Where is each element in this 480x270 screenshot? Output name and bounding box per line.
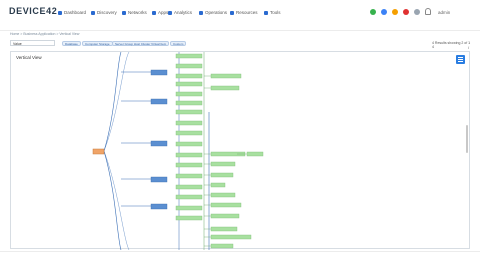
leaf-node[interactable] — [210, 161, 236, 167]
nav-icon — [168, 10, 172, 15]
leaf-node[interactable] — [175, 130, 203, 136]
dependency-graph[interactable] — [11, 52, 471, 250]
nav-item-operations[interactable]: Operations — [199, 10, 227, 15]
leaf-node[interactable] — [175, 205, 203, 211]
nav-icon — [152, 10, 156, 15]
nav-item-dashboard[interactable]: Dashboard — [58, 10, 86, 15]
leaf-node[interactable] — [210, 202, 242, 208]
nav-item-apps[interactable]: Apps — [152, 10, 168, 15]
graph-edge — [103, 150, 122, 250]
leaf-node[interactable] — [210, 182, 226, 188]
leaf-node[interactable] — [210, 213, 240, 219]
leaf-node[interactable] — [175, 91, 203, 97]
nav-icon — [122, 10, 126, 15]
leaf-node[interactable] — [175, 184, 203, 190]
nav-icon — [91, 10, 95, 15]
category-node[interactable] — [150, 140, 168, 147]
filter-chip[interactable]: Computer Storage — [82, 41, 113, 46]
category-node[interactable] — [150, 176, 168, 183]
nav-icon — [199, 10, 203, 15]
nav-item-tools[interactable]: Tools — [264, 10, 281, 15]
leaf-node[interactable] — [210, 73, 242, 79]
leaf-node[interactable] — [246, 151, 264, 157]
leaf-node[interactable] — [175, 73, 203, 79]
leaf-node[interactable] — [175, 81, 203, 87]
nav-label: Analytics — [174, 10, 193, 15]
app-logo[interactable]: DEVICE42 — [9, 6, 57, 16]
notification-bell-icon[interactable] — [425, 8, 431, 15]
status-orange-icon[interactable] — [392, 9, 398, 15]
leaf-node[interactable] — [210, 234, 252, 240]
results-count: 4 Results showing 2 of 4 — [432, 41, 468, 49]
leaf-node[interactable] — [175, 152, 203, 158]
leaf-node[interactable] — [175, 215, 203, 221]
category-node[interactable] — [150, 203, 168, 210]
leaf-node[interactable] — [175, 120, 203, 126]
breadcrumb: Home > Business Application > Vertical V… — [10, 32, 80, 36]
leaf-node[interactable] — [175, 63, 203, 69]
leaf-node[interactable] — [175, 141, 203, 147]
leaf-node[interactable] — [175, 100, 203, 106]
root-node[interactable] — [92, 148, 105, 155]
leaf-node[interactable] — [210, 192, 236, 198]
nav-item-discovery[interactable]: Discovery — [91, 10, 117, 15]
filter-chip[interactable]: Server Group Host Cluster Virtual Item — [112, 41, 170, 46]
leaf-node[interactable] — [210, 226, 238, 232]
leaf-node[interactable] — [175, 53, 203, 59]
leaf-node[interactable] — [175, 173, 203, 179]
filter-chip[interactable]: Database — [62, 41, 81, 46]
nav-label: Tools — [270, 10, 281, 15]
leaf-node[interactable] — [210, 243, 234, 249]
leaf-node[interactable] — [175, 162, 203, 168]
filter-toolbar: Value Database Computer Storage Server Gro… — [10, 40, 470, 55]
nav-label: Networks — [128, 10, 147, 15]
category-node[interactable] — [150, 98, 168, 105]
nav-item-analytics[interactable]: Analytics — [168, 10, 192, 15]
nav-item-networks[interactable]: Networks — [122, 10, 147, 15]
top-navigation-bar: DEVICE42 Dashboard Discovery Networks Apps A… — [0, 0, 480, 31]
leaf-node[interactable] — [210, 172, 234, 178]
leaf-node[interactable] — [175, 194, 203, 200]
nav-item-resources[interactable]: Resources — [230, 10, 258, 15]
nav-label: Resources — [236, 10, 258, 15]
scrollbar[interactable] — [466, 125, 468, 153]
status-gray-icon[interactable] — [414, 9, 420, 15]
vertical-view-panel: Vertical View — [10, 51, 471, 250]
status-blue-icon[interactable] — [381, 9, 387, 15]
nav-icon — [230, 10, 234, 15]
leaf-node[interactable] — [175, 109, 203, 115]
nav-label: Discovery — [97, 10, 117, 15]
nav-icon — [58, 10, 62, 15]
user-menu[interactable]: admin — [438, 10, 450, 15]
leaf-node[interactable] — [210, 85, 240, 91]
nav-icon — [264, 10, 268, 15]
status-red-icon[interactable] — [403, 9, 409, 15]
category-node[interactable] — [150, 69, 168, 76]
nav-label: Dashboard — [64, 10, 87, 15]
nav-label: Apps — [158, 10, 169, 15]
graph-edge — [103, 52, 122, 152]
status-green-icon[interactable] — [370, 9, 376, 15]
footer-divider — [0, 251, 480, 252]
search-input[interactable]: Value — [10, 40, 55, 46]
filter-chip[interactable]: Custom — [170, 41, 187, 46]
nav-label: Operations — [205, 10, 228, 15]
